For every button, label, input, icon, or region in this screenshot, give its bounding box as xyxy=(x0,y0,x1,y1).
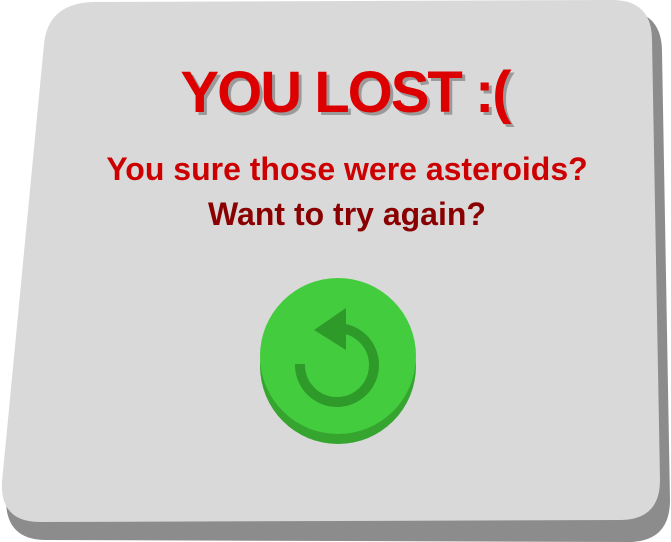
game-over-title: YOU LOST :( xyxy=(180,60,511,125)
message-line-1: You sure those were asteroids? xyxy=(106,151,588,187)
message-line-2: Want to try again? xyxy=(208,196,486,232)
retry-button-face xyxy=(260,278,416,434)
game-over-screen: YOU LOST :( You sure those were asteroid… xyxy=(0,0,671,542)
retry-button[interactable] xyxy=(260,278,416,446)
